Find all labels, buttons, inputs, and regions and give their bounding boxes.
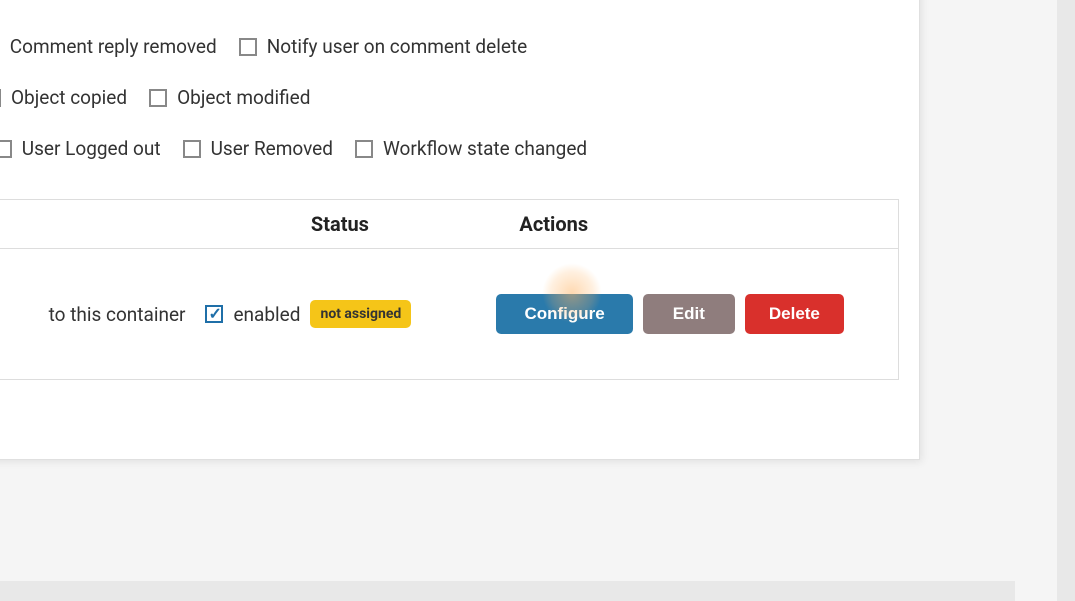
checkbox-label: User Removed xyxy=(211,137,333,160)
checkbox-row-3: ogged in User Logged out User Removed Wo… xyxy=(0,123,899,174)
checkbox-object-modified[interactable] xyxy=(149,89,167,107)
table-row: to this container enabled not assigned C… xyxy=(0,249,898,379)
checkbox-label: Workflow state changed xyxy=(383,137,587,160)
rule-description: to this container xyxy=(0,291,200,338)
checkbox-label: Notify user on comment delete xyxy=(267,35,527,58)
col-actions-header: Actions xyxy=(479,200,898,248)
status-cell: enabled not assigned xyxy=(200,288,479,340)
checkbox-row-1: ed Comment reply removed Notify user on … xyxy=(0,21,899,72)
checkbox-label: User Logged out xyxy=(22,137,161,160)
not-assigned-badge: not assigned xyxy=(310,300,411,328)
actions-cell: Configure Edit Delete xyxy=(479,282,898,346)
checkbox-workflow-state-changed[interactable] xyxy=(355,140,373,158)
table-header: Status Actions xyxy=(0,200,898,249)
bottom-bar xyxy=(0,581,1015,601)
delete-button[interactable]: Delete xyxy=(745,294,844,334)
main-panel: ed Comment reply removed Notify user on … xyxy=(0,0,920,460)
checkbox-object-copied[interactable] xyxy=(0,89,1,107)
checkbox-enabled[interactable] xyxy=(205,305,223,323)
rules-table: Status Actions to this container enabled… xyxy=(0,199,899,380)
col-status-header: Status xyxy=(200,200,479,248)
checkbox-label: Object copied xyxy=(11,86,127,109)
right-sidebar-bar xyxy=(1057,0,1075,601)
edit-button[interactable]: Edit xyxy=(643,294,735,334)
checkbox-label: Comment reply removed xyxy=(10,35,217,58)
checkbox-label: Object modified xyxy=(177,86,310,109)
checkbox-row-2: ainer Object copied Object modified xyxy=(0,72,899,123)
checkbox-user-removed[interactable] xyxy=(183,140,201,158)
status-text: enabled xyxy=(233,303,300,326)
checkbox-notify-user-comment-delete[interactable] xyxy=(239,38,257,56)
configure-button[interactable]: Configure xyxy=(496,294,632,334)
actions-group: Configure Edit Delete xyxy=(494,294,883,334)
checkbox-user-logged-out[interactable] xyxy=(0,140,12,158)
col-description-header xyxy=(0,200,200,248)
